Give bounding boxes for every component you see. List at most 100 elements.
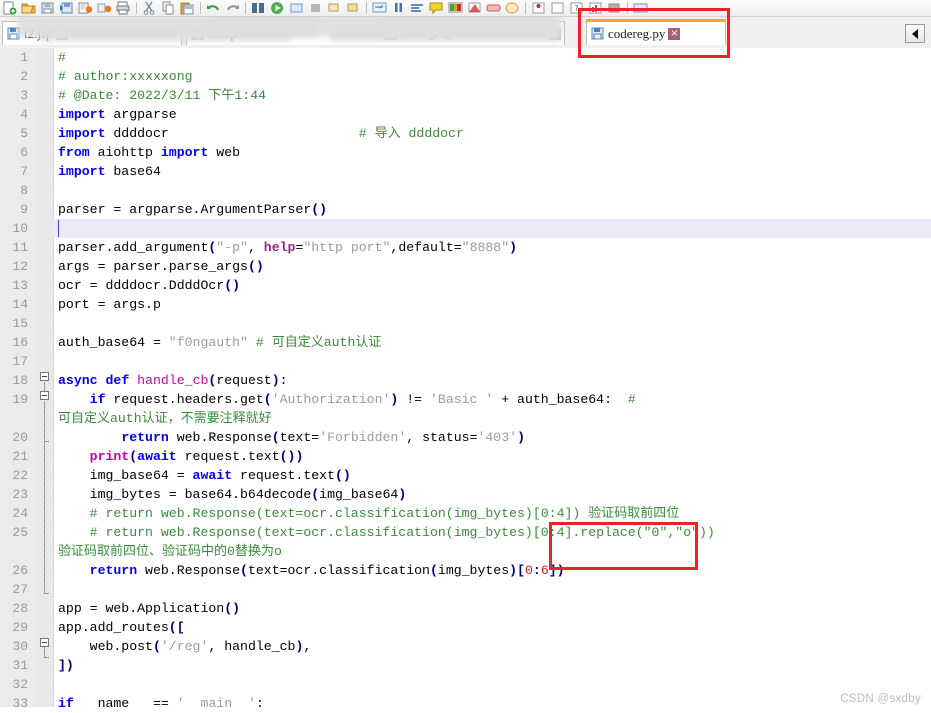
plugin-red-dot-button[interactable] [530,1,547,16]
print-preview-button[interactable] [96,1,113,16]
code-text: auth_base64 = "f0ngauth" # 可自定义auth认证 [58,335,382,350]
new-file-button[interactable] [1,1,18,16]
indent-guide-button[interactable] [345,1,362,16]
file-icon [7,27,20,40]
palette-button[interactable] [447,1,464,16]
tab-close-icon[interactable]: × [668,27,681,40]
code-text: async def handle_cb(request): [58,373,288,388]
code-text: port = args.p [58,297,161,312]
chevron-left-icon [912,28,918,39]
code-line: 11 parser.add_argument("-p", help="http p… [0,238,931,257]
save-button[interactable] [39,1,56,16]
line-number: 19 [12,392,28,407]
macro-record-button[interactable] [466,1,483,16]
line-number: 32 [12,677,28,692]
plugin-question-doc-button[interactable]: ? [568,1,585,16]
fold-toggle-line-19[interactable] [40,391,49,400]
gray-box-button[interactable] [307,1,324,16]
code-lines: 1 #2 # author:xxxxxong 3 # @Date: 2022/3/11 … [0,48,931,713]
code-line: 28 app = web.Application() [0,599,931,618]
svg-text:?: ? [574,4,578,13]
toolbar-separator [245,2,246,14]
paste-button[interactable] [179,1,196,16]
tab-bar: t2.jsp × comp × Triangle_ codereg.py × [0,17,931,49]
comment-button[interactable] [428,1,445,16]
bookmark-button[interactable] [288,1,305,16]
fold-toggle-line-29[interactable] [40,638,49,647]
code-line: 8 [0,181,931,200]
word-wrap-button[interactable] [371,1,388,16]
code-line: 4 import argparse [0,105,931,124]
fold-guide [44,401,45,593]
pause-button[interactable] [390,1,407,16]
code-line: 18 async def handle_cb(request): [0,371,931,390]
tab-jsp[interactable]: t2.jsp × [2,21,182,45]
code-text: import ddddocr # 导入 ddddocr [58,126,464,141]
line-number: 12 [12,259,28,274]
undo-button[interactable] [205,1,222,16]
toolbar-separator [525,2,526,14]
code-editor[interactable]: 1 #2 # author:xxxxxong 3 # @Date: 2022/3/11 … [0,48,931,713]
code-text: img_bytes = base64.b64decode(img_base64) [58,487,407,502]
tab-close-icon[interactable]: × [55,27,68,40]
run-button[interactable] [269,1,286,16]
line-number: 20 [12,430,28,445]
plugin-blank-doc-button[interactable] [549,1,566,16]
line-number: 31 [12,658,28,673]
code-text: # author:xxxxxong [58,69,193,84]
copy-button[interactable] [160,1,177,16]
file-icon [191,27,204,40]
code-wrapped-line: 可自定义auth认证，不需要注释就好 [0,409,931,428]
code-text: from aiohttp import web [58,145,241,160]
fold-guide [44,647,45,657]
line-number: 3 [20,88,28,103]
save-as-button[interactable] [58,1,75,16]
code-line: 19 if request.headers.get('Authorization… [0,390,931,409]
plugin-blue-box-button[interactable] [632,1,649,16]
printer-button[interactable] [115,1,132,16]
line-number: 7 [20,164,28,179]
tab-triangle[interactable]: Triangle_ [380,21,566,45]
line-number: 21 [12,449,28,464]
show-symbols-button[interactable] [409,1,426,16]
code-text: # [58,50,66,65]
tab-codereg-py[interactable]: codereg.py × [586,19,726,45]
macro-stop-button[interactable] [485,1,502,16]
scroll-tabs-left-button[interactable] [905,24,925,43]
code-line: 15 [0,314,931,333]
code-line: 17 [0,352,931,371]
line-number: 27 [12,582,28,597]
print-button[interactable] [77,1,94,16]
line-number: 24 [12,506,28,521]
line-number: 11 [12,240,28,255]
code-text: return web.Response(text=ocr.classificat… [89,563,565,578]
cut-button[interactable] [141,1,158,16]
code-line: 21 print(await request.text()) [0,447,931,466]
redo-button[interactable] [224,1,241,16]
line-number: 1 [20,50,28,65]
fold-toggle-line-18[interactable] [40,372,49,381]
tab-label: t2.jsp [24,25,53,41]
tab-label: codereg.py [608,25,666,41]
file-icon [591,27,604,40]
line-number: 25 [12,525,28,540]
open-folder-button[interactable] [20,1,37,16]
code-text: parser = argparse.ArgumentParser() [58,202,328,217]
code-line: 7 import base64 [0,162,931,181]
plugin-bars-button[interactable] [587,1,604,16]
plugin-gray-box-button[interactable] [606,1,623,16]
zoom-in-button[interactable] [326,1,343,16]
code-line: 3 # @Date: 2022/3/11 下午1:44 [0,86,931,105]
split-view-button[interactable] [250,1,267,16]
code-line: 32 [0,675,931,694]
line-number: 23 [12,487,28,502]
code-text: import base64 [58,164,161,179]
code-line: 20 return web.Response(text='Forbidden',… [0,428,931,447]
code-text: 验证码取前四位、验证码中的0替换为o [58,544,282,559]
line-number: 29 [12,620,28,635]
line-number: 13 [12,278,28,293]
code-line: 31]) [0,656,931,675]
code-text: # return web.Response(text=ocr.classific… [58,525,715,540]
toolbar-separator [627,2,628,14]
macro-play-button[interactable] [504,1,521,16]
